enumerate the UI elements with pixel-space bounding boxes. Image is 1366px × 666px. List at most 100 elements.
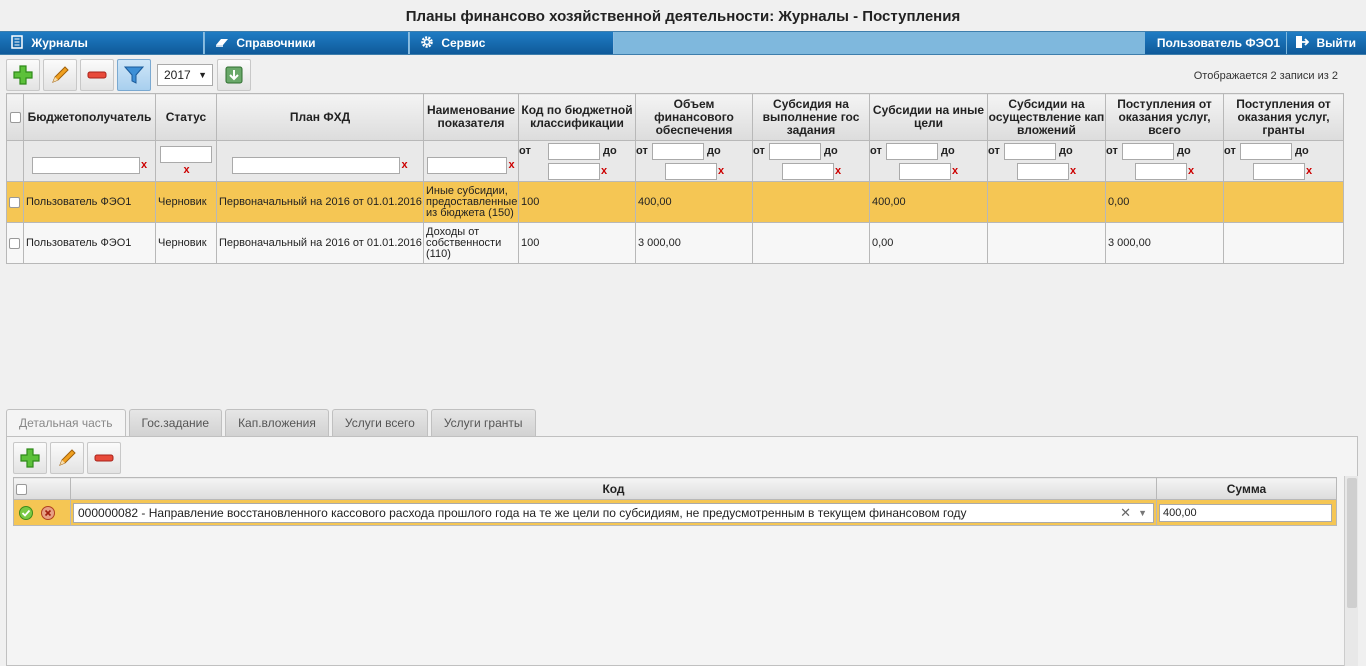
user-area: Пользователь ФЭО1 Выйти (1144, 32, 1366, 54)
detail-scrollbar[interactable] (1344, 476, 1358, 666)
edit-button[interactable] (43, 59, 77, 91)
filter-services-total-to[interactable] (1135, 162, 1187, 180)
header-indicator[interactable]: Наименование показателя (423, 93, 519, 141)
chevron-down-icon[interactable]: ▼ (1138, 504, 1147, 522)
clear-icon[interactable]: ✕ (1120, 504, 1131, 522)
cell-services-total: 0,00 (1105, 181, 1224, 223)
detail-row[interactable]: 000000082 - Направление восстановленного… (13, 499, 1337, 526)
filter-status-clear[interactable]: x (183, 164, 189, 176)
filter-code-to[interactable] (548, 162, 600, 180)
filter-services-grants-from[interactable] (1240, 142, 1292, 160)
detail-select-all-checkbox[interactable] (16, 483, 27, 495)
filter-subsidy-cap-from[interactable] (1004, 142, 1056, 160)
filter-volume-from[interactable] (652, 142, 704, 160)
filter-volume-to[interactable] (665, 162, 717, 180)
year-select[interactable]: 2017 ▼ (157, 64, 213, 86)
header-services-total[interactable]: Поступления от оказания услуг, всего (1105, 93, 1224, 141)
cell-status: Черновик (155, 222, 217, 264)
filter-subsidy-cap-to[interactable] (1017, 162, 1069, 180)
row-select[interactable] (6, 181, 24, 223)
export-button[interactable] (217, 59, 251, 91)
cell-plan: Первоначальный на 2016 от 01.01.2016 (216, 181, 424, 223)
row-select[interactable] (6, 222, 24, 264)
tab-cap-investments[interactable]: Кап.вложения (225, 409, 329, 436)
header-code[interactable]: Код по бюджетной классификации (518, 93, 636, 141)
filter-services-grants-to[interactable] (1253, 162, 1305, 180)
header-volume[interactable]: Объем финансового обеспечения (635, 93, 753, 141)
filter-button[interactable] (117, 59, 151, 91)
filter-subsidy-other-from[interactable] (886, 142, 938, 160)
tab-services-grants[interactable]: Услуги гранты (430, 409, 536, 436)
filter-recipient-input[interactable] (31, 156, 140, 174)
filter-code-range: от до x (518, 140, 636, 182)
cell-services-total: 3 000,00 (1105, 222, 1224, 264)
header-subsidy-other[interactable]: Субсидии на иные цели (869, 93, 988, 141)
confirm-icon[interactable] (19, 505, 33, 520)
row-checkbox[interactable] (9, 237, 20, 249)
detail-header-code[interactable]: Код (70, 477, 1157, 500)
sum-input[interactable]: 400,00 (1159, 503, 1332, 522)
table-row[interactable]: Пользователь ФЭО1 Черновик Первоначальны… (6, 222, 1344, 264)
minus-icon (87, 71, 107, 79)
code-combobox-value: 000000082 - Направление восстановленного… (78, 505, 967, 520)
filter-recipient-clear[interactable]: x (141, 159, 147, 171)
filter-indicator-clear[interactable]: x (508, 159, 514, 171)
menu-service[interactable]: Сервис (410, 32, 614, 54)
range-from-label: от (636, 145, 648, 157)
filter-volume-clear[interactable]: x (718, 165, 724, 177)
menu-directories[interactable]: Справочники (205, 32, 409, 54)
filter-services-grants-clear[interactable]: x (1306, 165, 1312, 177)
filter-subsidy-cap-clear[interactable]: x (1070, 165, 1076, 177)
filter-code-from[interactable] (548, 142, 600, 160)
filter-status-input[interactable] (160, 146, 212, 164)
filter-subsidy-cap-range: от до x (987, 140, 1106, 182)
filter-subsidy-gos-to[interactable] (782, 162, 834, 180)
delete-button[interactable] (80, 59, 114, 91)
cell-subsidy-cap (987, 222, 1106, 264)
logout-button[interactable]: Выйти (1287, 32, 1366, 54)
filter-services-total-from[interactable] (1122, 142, 1174, 160)
row-checkbox[interactable] (9, 196, 20, 208)
detail-grid: Код Сумма 000000082 - Направление восста… (13, 477, 1337, 526)
header-recipient[interactable]: Бюджетополучатель (23, 93, 156, 141)
filter-subsidy-other-to[interactable] (899, 162, 951, 180)
filter-subsidy-gos-clear[interactable]: x (835, 165, 841, 177)
header-plan[interactable]: План ФХД (216, 93, 424, 141)
filter-plan-clear[interactable]: x (401, 159, 407, 171)
filter-indicator-input[interactable] (427, 156, 508, 174)
header-subsidy-gos[interactable]: Субсидия на выполнение гос задания (752, 93, 870, 141)
header-subsidy-cap[interactable]: Субсидии на осуществление кап вложений (987, 93, 1106, 141)
detail-add-button[interactable] (13, 442, 47, 474)
row-actions (13, 499, 71, 526)
detail-select-all[interactable] (13, 477, 71, 500)
detail-edit-button[interactable] (50, 442, 84, 474)
filter-empty (6, 140, 24, 182)
tab-gos-task[interactable]: Гос.задание (128, 409, 223, 436)
detail-delete-button[interactable] (87, 442, 121, 474)
range-from-label: от (519, 145, 531, 157)
filter-code-clear[interactable]: x (601, 165, 607, 177)
cancel-icon[interactable] (41, 505, 56, 520)
filter-subsidy-other-clear[interactable]: x (952, 165, 958, 177)
add-button[interactable] (6, 59, 40, 91)
cell-plan: Первоначальный на 2016 от 01.01.2016 (216, 222, 424, 264)
tab-services-total[interactable]: Услуги всего (331, 409, 428, 436)
detail-header-sum[interactable]: Сумма (1156, 477, 1337, 500)
header-status[interactable]: Статус (155, 93, 217, 141)
filter-volume-range: от до x (635, 140, 753, 182)
filter-subsidy-gos-from[interactable] (769, 142, 821, 160)
tab-detail[interactable]: Детальная часть (6, 409, 126, 437)
cell-subsidy-gos (752, 222, 870, 264)
select-all-checkbox[interactable] (9, 111, 21, 123)
scrollbar-thumb[interactable] (1347, 478, 1357, 608)
menu-journals[interactable]: Журналы (0, 32, 204, 54)
filter-plan-input[interactable] (232, 156, 401, 174)
header-services-grants[interactable]: Поступления от оказания услуг, гранты (1223, 93, 1344, 141)
select-all-cell[interactable] (6, 93, 24, 141)
filter-status: x (155, 140, 217, 182)
code-combobox[interactable]: 000000082 - Направление восстановленного… (73, 502, 1154, 523)
filter-recipient: x (23, 140, 156, 182)
filter-services-total-clear[interactable]: x (1188, 165, 1194, 177)
table-row[interactable]: Пользователь ФЭО1 Черновик Первоначальны… (6, 181, 1344, 223)
cell-subsidy-other: 400,00 (869, 181, 988, 223)
